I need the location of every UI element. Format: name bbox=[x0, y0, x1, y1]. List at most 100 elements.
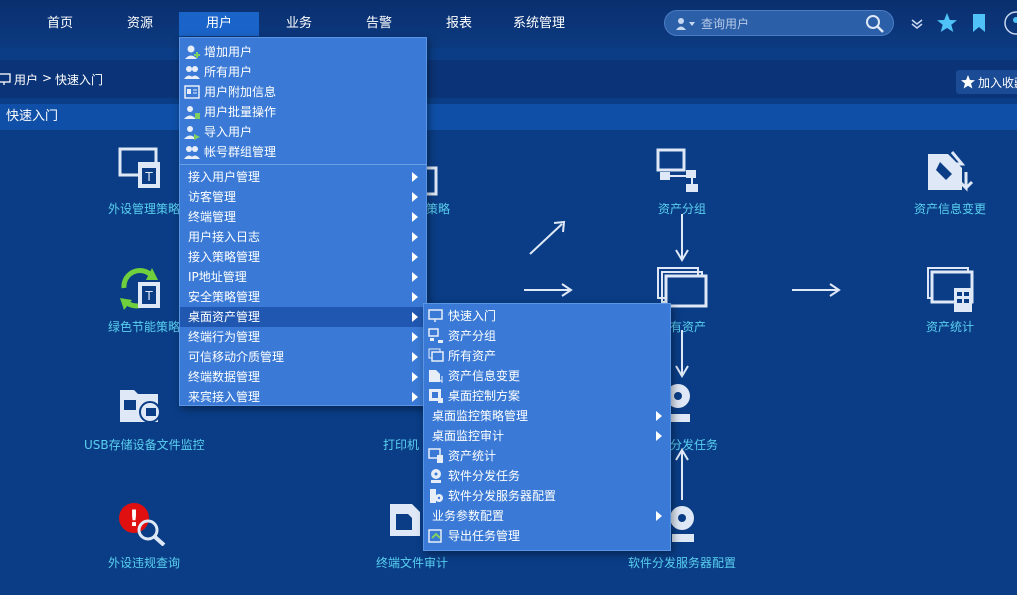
asset-change-tile[interactable] bbox=[926, 148, 976, 194]
menu-item-all-users[interactable]: 所有用户 bbox=[180, 62, 426, 82]
bookmark-icon[interactable] bbox=[968, 11, 990, 35]
nav-item-business[interactable]: 业务 bbox=[259, 12, 339, 36]
submenu-item-all-assets[interactable]: 所有资产 bbox=[424, 346, 670, 366]
peripheral-policy-label[interactable]: 外设管理策略 bbox=[108, 200, 180, 217]
flow-arrow-down-1 bbox=[675, 214, 689, 262]
submenu-item-dispatch-task[interactable]: 软件分发任务 bbox=[424, 466, 670, 486]
usb-monitor-tile[interactable] bbox=[118, 382, 168, 428]
nav-item-home[interactable]: 首页 bbox=[20, 12, 100, 36]
user-avatar-icon[interactable] bbox=[1000, 11, 1017, 35]
svg-text:T: T bbox=[144, 289, 153, 303]
submenu-arrow-icon bbox=[412, 212, 418, 222]
flow-arrow-right-1 bbox=[524, 283, 573, 297]
asset-stats-label[interactable]: 资产统计 bbox=[926, 318, 974, 335]
desktop-control-icon bbox=[429, 389, 443, 403]
file-audit-icon bbox=[390, 504, 420, 536]
menu-item-terminal-data[interactable]: 终端数据管理 bbox=[180, 367, 426, 387]
green-policy-tile[interactable]: T bbox=[118, 264, 166, 314]
nav-item-system[interactable]: 系统管理 bbox=[499, 12, 579, 36]
asset-change-label[interactable]: 资产信息变更 bbox=[914, 200, 986, 217]
chevron-double-down-icon[interactable] bbox=[906, 11, 928, 35]
submenu-item-desktop-control[interactable]: 桌面控制方案 bbox=[424, 386, 670, 406]
submenu-item-monitor-audit[interactable]: 桌面监控审计 bbox=[424, 426, 670, 446]
printer-label-partial[interactable]: 打印机 bbox=[383, 436, 419, 453]
submenu-arrow-icon bbox=[412, 192, 418, 202]
asset-group-tile[interactable] bbox=[656, 148, 708, 194]
dispatch-server-label[interactable]: 软件分发服务器配置 bbox=[628, 554, 736, 571]
submenu-item-asset-change[interactable]: 资产信息变更 bbox=[424, 366, 670, 386]
menu-item-desktop-assets[interactable]: 桌面资产管理 bbox=[180, 307, 426, 327]
submenu-arrow-icon bbox=[412, 292, 418, 302]
add-user-icon bbox=[185, 45, 200, 59]
star-icon[interactable] bbox=[936, 11, 958, 35]
add-favorite-button[interactable]: 加入收藏 bbox=[956, 70, 1017, 94]
flow-arrow-right-2 bbox=[792, 283, 841, 297]
peripheral-violation-label[interactable]: 外设违规查询 bbox=[108, 554, 180, 571]
green-policy-label[interactable]: 绿色节能策略 bbox=[108, 318, 180, 335]
nav-item-resources[interactable]: 资源 bbox=[100, 12, 180, 36]
submenu-arrow-icon bbox=[412, 252, 418, 262]
breadcrumb-section[interactable]: 用户 bbox=[14, 71, 38, 88]
peripheral-policy-tile[interactable]: T bbox=[118, 146, 166, 196]
green-energy-icon: T bbox=[120, 268, 160, 310]
export-task-icon bbox=[428, 529, 442, 543]
policy-label-partial[interactable]: 策略 bbox=[426, 200, 450, 217]
nav-item-users[interactable]: 用户 bbox=[179, 12, 259, 36]
menu-item-access-log[interactable]: 用户接入日志 bbox=[180, 227, 426, 247]
usb-folder-icon bbox=[120, 390, 161, 423]
dispatch-server-icon bbox=[670, 506, 694, 542]
menu-item-visitors[interactable]: 访客管理 bbox=[180, 187, 426, 207]
submenu-item-asset-group[interactable]: 资产分组 bbox=[424, 326, 670, 346]
star-add-icon bbox=[961, 75, 975, 89]
submenu-arrow-icon bbox=[412, 312, 418, 322]
submenu-item-asset-stats[interactable]: 资产统计 bbox=[424, 446, 670, 466]
asset-group-diagram-icon bbox=[656, 148, 698, 192]
asset-change-icon bbox=[429, 370, 443, 384]
usb-monitor-label[interactable]: USB存储设备文件监控 bbox=[84, 436, 205, 453]
menu-item-account-groups[interactable]: 帐号群组管理 bbox=[180, 142, 426, 162]
flow-arrow-down-2 bbox=[675, 330, 689, 378]
asset-stats-icon bbox=[428, 448, 443, 463]
search-icon[interactable] bbox=[865, 14, 885, 34]
submenu-item-quick-start[interactable]: 快速入门 bbox=[424, 306, 670, 326]
submenu-arrow-icon bbox=[412, 372, 418, 382]
submenu-arrow-icon bbox=[412, 272, 418, 282]
menu-item-user-extra-info[interactable]: 用户附加信息 bbox=[180, 82, 426, 102]
menu-item-access-users[interactable]: 接入用户管理 bbox=[180, 167, 426, 187]
menu-separator bbox=[180, 164, 426, 165]
nav-item-reports[interactable]: 报表 bbox=[419, 12, 499, 36]
user-search-input[interactable] bbox=[701, 14, 851, 34]
dispatch-server-tile[interactable] bbox=[668, 500, 698, 546]
menu-item-batch-ops[interactable]: 用户批量操作 bbox=[180, 102, 426, 122]
menu-item-terminals[interactable]: 终端管理 bbox=[180, 207, 426, 227]
menu-item-guest-access[interactable]: 来宾接入管理 bbox=[180, 387, 426, 407]
submenu-arrow-icon bbox=[412, 232, 418, 242]
svg-text:!: ! bbox=[129, 507, 139, 532]
submenu-arrow-icon bbox=[656, 431, 662, 441]
dispatch-task-tile[interactable] bbox=[666, 380, 692, 424]
flow-arrow-diagonal bbox=[529, 220, 566, 255]
breadcrumb-current: 快速入门 bbox=[55, 73, 104, 87]
menu-item-import-users[interactable]: 导入用户 bbox=[180, 122, 426, 142]
menu-item-add-user[interactable]: 增加用户 bbox=[180, 42, 426, 62]
user-filter-icon[interactable] bbox=[675, 16, 697, 32]
submenu-item-monitor-policy[interactable]: 桌面监控策略管理 bbox=[424, 406, 670, 426]
menu-item-ip-address[interactable]: IP地址管理 bbox=[180, 267, 426, 287]
menu-item-trusted-media[interactable]: 可信移动介质管理 bbox=[180, 347, 426, 367]
peripheral-violation-tile[interactable]: ! bbox=[118, 500, 168, 547]
user-dropdown-menu: 增加用户 所有用户 用户附加信息 用户批量操作 导入用户 帐号群组管理 接入用户… bbox=[179, 37, 427, 406]
submenu-item-export-tasks[interactable]: 导出任务管理 bbox=[424, 526, 670, 546]
file-audit-label[interactable]: 终端文件审计 bbox=[376, 554, 448, 571]
menu-item-access-policy[interactable]: 接入策略管理 bbox=[180, 247, 426, 267]
all-assets-icon bbox=[428, 348, 444, 362]
submenu-item-business-params[interactable]: 业务参数配置 bbox=[424, 506, 670, 526]
menu-item-security-policy[interactable]: 安全策略管理 bbox=[180, 287, 426, 307]
asset-stats-tile[interactable] bbox=[926, 266, 976, 314]
file-audit-tile[interactable] bbox=[388, 500, 422, 540]
submenu-item-dispatch-server[interactable]: 软件分发服务器配置 bbox=[424, 486, 670, 506]
menu-item-terminal-behavior[interactable]: 终端行为管理 bbox=[180, 327, 426, 347]
id-card-icon bbox=[184, 85, 200, 99]
asset-group-icon bbox=[428, 328, 443, 343]
dispatch-server-icon bbox=[430, 489, 443, 503]
nav-item-alarms[interactable]: 告警 bbox=[339, 12, 419, 36]
